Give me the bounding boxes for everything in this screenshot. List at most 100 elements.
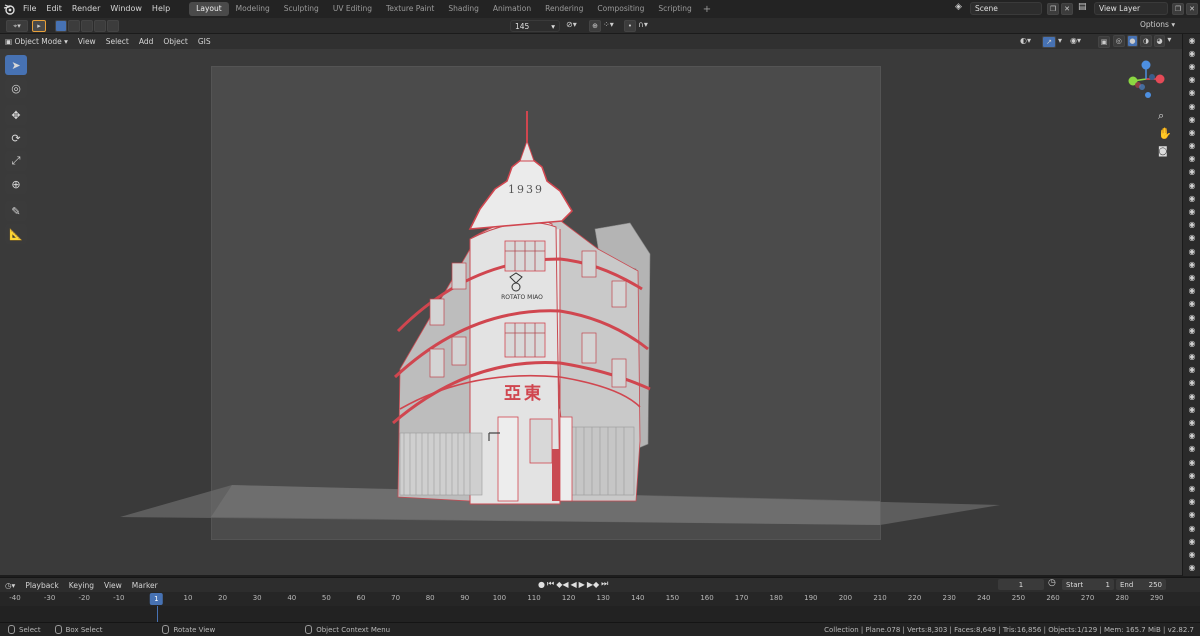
blender-logo-icon[interactable] xyxy=(0,0,18,18)
view-layer-icon[interactable]: ▤ xyxy=(1078,2,1092,15)
visibility-eye-icon[interactable]: ◉ xyxy=(1183,403,1200,416)
menu-keying[interactable]: Keying xyxy=(64,581,99,590)
visibility-eye-icon[interactable]: ◉ xyxy=(1183,311,1200,324)
overlay-icon[interactable]: ◉▾ xyxy=(1070,36,1090,47)
visibility-eye-icon[interactable]: ◉ xyxy=(1183,416,1200,429)
snap-target-icon[interactable]: ⁘▾ xyxy=(603,20,621,32)
tab-modeling[interactable]: Modeling xyxy=(229,2,277,16)
tab-rendering[interactable]: Rendering xyxy=(538,2,590,16)
snap-icon[interactable]: ⊕ xyxy=(589,20,601,32)
menu-file[interactable]: File xyxy=(18,0,41,18)
select-box-icon[interactable]: ➤ xyxy=(5,55,27,75)
tab-layout[interactable]: Layout xyxy=(189,2,229,16)
visibility-eye-icon[interactable]: ◉ xyxy=(1183,153,1200,166)
menu-window[interactable]: Window xyxy=(105,0,147,18)
menu-help[interactable]: Help xyxy=(147,0,175,18)
tab-sculpting[interactable]: Sculpting xyxy=(277,2,326,16)
clock-icon[interactable]: ◷ xyxy=(1048,578,1056,588)
visibility-eye-icon[interactable]: ◉ xyxy=(1183,298,1200,311)
menu-select[interactable]: Select xyxy=(101,37,134,46)
tab-shading[interactable]: Shading xyxy=(441,2,485,16)
pan-hand-icon[interactable]: ✋ xyxy=(1158,127,1172,140)
new-view-layer-icon[interactable]: ❐ xyxy=(1172,3,1184,15)
timeline-ruler[interactable]: -40 -30 -20 -10 1 10 20 30 40 50 60 70 80 90 100 110 120… xyxy=(0,592,1200,606)
scene-field[interactable]: Scene xyxy=(970,2,1042,15)
measure-icon[interactable]: 📐 xyxy=(5,224,27,244)
tab-animation[interactable]: Animation xyxy=(486,2,538,16)
visibility-eye-icon[interactable]: ◉ xyxy=(1183,390,1200,403)
menu-timeline-view[interactable]: View xyxy=(99,581,127,590)
next-keyframe-icon[interactable]: ▶◆ xyxy=(587,580,599,589)
add-workspace-icon[interactable]: + xyxy=(699,4,715,15)
mode-subtract-icon[interactable] xyxy=(81,20,93,32)
visibility-eye-icon[interactable]: ◉ xyxy=(1183,126,1200,139)
visibility-eye-icon[interactable]: ◉ xyxy=(1183,548,1200,561)
editor-type-icon[interactable]: ⌖▾ xyxy=(6,20,28,32)
menu-playback[interactable]: Playback xyxy=(20,581,63,590)
visibility-eye-icon[interactable]: ◉ xyxy=(1183,166,1200,179)
gizmo-toggle-icon[interactable]: ↗ xyxy=(1042,36,1056,48)
navigation-gizmo[interactable] xyxy=(1118,57,1178,117)
menu-gis[interactable]: GIS xyxy=(193,37,216,46)
visibility-eye-icon[interactable]: ◉ xyxy=(1183,562,1200,575)
visibility-eye-icon[interactable]: ◉ xyxy=(1183,100,1200,113)
play-reverse-icon[interactable]: ◀ xyxy=(571,580,577,589)
mode-extend-icon[interactable] xyxy=(68,20,80,32)
zoom-icon[interactable]: ⌕ xyxy=(1158,109,1164,123)
visibility-eye-icon[interactable]: ◉ xyxy=(1183,113,1200,126)
visibility-eye-icon[interactable]: ◉ xyxy=(1183,60,1200,73)
visibility-eye-icon[interactable]: ◉ xyxy=(1183,377,1200,390)
start-frame-field[interactable]: Start 1 xyxy=(1062,579,1114,590)
mode-intersect-icon[interactable] xyxy=(107,20,119,32)
visibility-eye-icon[interactable]: ◉ xyxy=(1183,324,1200,337)
visibility-eye-icon[interactable]: ◉ xyxy=(1183,179,1200,192)
material-shading-icon[interactable]: ◑ xyxy=(1140,35,1152,47)
visibility-eye-icon[interactable]: ◉ xyxy=(1183,351,1200,364)
wireframe-shading-icon[interactable]: ◎ xyxy=(1113,35,1125,47)
tab-compositing[interactable]: Compositing xyxy=(590,2,651,16)
delete-view-layer-icon[interactable]: ✕ xyxy=(1186,3,1198,15)
visibility-eye-icon[interactable]: ◉ xyxy=(1183,522,1200,535)
visibility-eye-icon[interactable]: ◉ xyxy=(1183,482,1200,495)
menu-edit[interactable]: Edit xyxy=(41,0,67,18)
move-icon[interactable]: ✥ xyxy=(5,105,27,125)
play-icon[interactable]: ▶ xyxy=(579,580,585,589)
tab-uv-editing[interactable]: UV Editing xyxy=(326,2,379,16)
visibility-eye-icon[interactable]: ◉ xyxy=(1183,258,1200,271)
shading-dropdown-icon[interactable]: ▾ xyxy=(1167,35,1175,48)
cursor-icon[interactable]: ◎ xyxy=(5,78,27,98)
view-layer-field[interactable]: View Layer xyxy=(1094,2,1168,15)
visibility-eye-icon[interactable]: ◉ xyxy=(1183,192,1200,205)
object-mode-select[interactable]: ▣ Object Mode ▾ xyxy=(0,37,73,46)
visibility-icon[interactable]: ◐▾ xyxy=(1020,36,1040,47)
annotate-icon[interactable]: ✎ xyxy=(5,201,27,221)
visibility-eye-icon[interactable]: ◉ xyxy=(1183,509,1200,522)
visibility-eye-icon[interactable]: ◉ xyxy=(1183,443,1200,456)
visibility-eye-icon[interactable]: ◉ xyxy=(1183,285,1200,298)
visibility-eye-icon[interactable]: ◉ xyxy=(1183,34,1200,47)
select-tool-icon[interactable]: ▸ xyxy=(32,20,46,32)
new-scene-icon[interactable]: ❐ xyxy=(1047,3,1059,15)
timeline-body[interactable] xyxy=(0,606,1200,622)
visibility-eye-icon[interactable]: ◉ xyxy=(1183,496,1200,509)
mode-difference-icon[interactable] xyxy=(94,20,106,32)
scale-icon[interactable]: ⤢ xyxy=(5,151,27,171)
visibility-eye-icon[interactable]: ◉ xyxy=(1183,364,1200,377)
current-frame-field[interactable]: 1 xyxy=(998,579,1044,590)
menu-object[interactable]: Object xyxy=(158,37,192,46)
solid-shading-icon[interactable]: ● xyxy=(1126,35,1139,47)
mode-new-icon[interactable] xyxy=(55,20,67,32)
tab-scripting[interactable]: Scripting xyxy=(651,2,698,16)
visibility-eye-icon[interactable]: ◉ xyxy=(1183,205,1200,218)
menu-render[interactable]: Render xyxy=(67,0,105,18)
visibility-eye-icon[interactable]: ◉ xyxy=(1183,232,1200,245)
tab-texture-paint[interactable]: Texture Paint xyxy=(379,2,441,16)
transform-pivot-field[interactable]: 145 ▾ xyxy=(510,20,560,32)
visibility-eye-icon[interactable]: ◉ xyxy=(1183,219,1200,232)
xray-icon[interactable]: ▣ xyxy=(1098,36,1110,48)
camera-view-icon[interactable]: ◙ xyxy=(1158,146,1168,157)
end-frame-field[interactable]: End 250 xyxy=(1116,579,1166,590)
visibility-eye-icon[interactable]: ◉ xyxy=(1183,469,1200,482)
proportional-edit-icon[interactable]: • xyxy=(624,20,636,32)
rendered-shading-icon[interactable]: ◕ xyxy=(1153,35,1166,47)
